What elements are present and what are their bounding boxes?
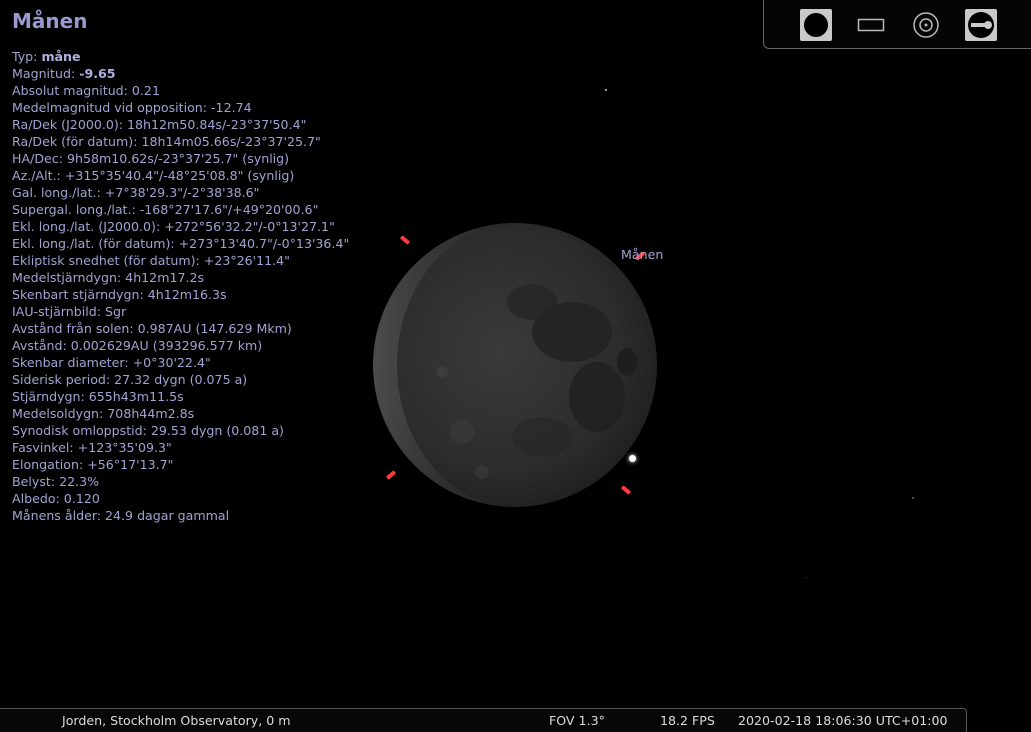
info-row: Stjärndygn: 655h43m11.5s xyxy=(12,388,349,405)
info-label: Avstånd från solen: 0.987AU (147.629 Mkm… xyxy=(12,321,292,336)
telrad-button[interactable] xyxy=(910,9,942,41)
info-value: -9.65 xyxy=(79,66,116,81)
filled-circle-icon xyxy=(804,13,828,37)
info-label: Albedo: 0.120 xyxy=(12,491,100,506)
info-label: Medelsoldygn: 708h44m2.8s xyxy=(12,406,195,421)
star xyxy=(912,497,914,499)
rectangle-icon xyxy=(857,18,885,32)
info-label: Ekl. long./lat. (J2000.0): +272°56'32.2"… xyxy=(12,219,335,234)
info-row: Gal. long./lat.: +7°38'29.3"/-2°38'38.6" xyxy=(12,184,349,201)
info-label: Ra/Dek (J2000.0): 18h12m50.84s/-23°37'50… xyxy=(12,117,307,132)
info-row: Magnitud: -9.65 xyxy=(12,65,349,82)
info-row: Albedo: 0.120 xyxy=(12,490,349,507)
info-label: Absolut magnitud: 0.21 xyxy=(12,83,160,98)
info-label: Skenbart stjärndygn: 4h12m16.3s xyxy=(12,287,227,302)
info-row: Typ: måne xyxy=(12,48,349,65)
info-label: Avstånd: 0.002629AU (393296.577 km) xyxy=(12,338,263,353)
info-row: Ekliptisk snedhet (för datum): +23°26'11… xyxy=(12,252,349,269)
info-row: Avstånd från solen: 0.987AU (147.629 Mkm… xyxy=(12,320,349,337)
info-label: Fasvinkel: +123°35'09.3" xyxy=(12,440,172,455)
moon-label: Månen xyxy=(621,247,664,262)
info-label: Gal. long./lat.: +7°38'29.3"/-2°38'38.6" xyxy=(12,185,260,200)
info-row: Medelmagnitud vid opposition: -12.74 xyxy=(12,99,349,116)
info-value: måne xyxy=(41,49,81,64)
info-label: Elongation: +56°17'13.7" xyxy=(12,457,174,472)
info-row: Ra/Dek (J2000.0): 18h12m50.84s/-23°37'50… xyxy=(12,116,349,133)
ocular-toolbar xyxy=(763,0,1031,49)
info-row: Ekl. long./lat. (J2000.0): +272°56'32.2"… xyxy=(12,218,349,235)
info-row: Supergal. long./lat.: -168°27'17.6"/+49°… xyxy=(12,201,349,218)
sensor-frame-button[interactable] xyxy=(855,9,887,41)
info-label: HA/Dec: 9h58m10.62s/-23°37'25.7" (synlig… xyxy=(12,151,290,166)
info-label: Stjärndygn: 655h43m11.5s xyxy=(12,389,184,404)
info-label: Medelstjärndygn: 4h12m17.2s xyxy=(12,270,205,285)
moon-disk[interactable] xyxy=(372,222,658,508)
object-info-panel: Typ: måne Magnitud: -9.65 Absolut magnitud… xyxy=(12,48,349,524)
info-label: Az./Alt.: +315°35'40.4"/-48°25'08.8" (sy… xyxy=(12,168,295,183)
star xyxy=(806,577,807,578)
info-row: Ra/Dek (för datum): 18h14m05.66s/-23°37'… xyxy=(12,133,349,150)
info-label: Ra/Dek (för datum): 18h14m05.66s/-23°37'… xyxy=(12,134,321,149)
info-row: Synodisk omloppstid: 29.53 dygn (0.081 a… xyxy=(12,422,349,439)
ocular-view-button[interactable] xyxy=(800,9,832,41)
info-row: Fasvinkel: +123°35'09.3" xyxy=(12,439,349,456)
info-row: Skenbar diameter: +0°30'22.4" xyxy=(12,354,349,371)
info-row: Elongation: +56°17'13.7" xyxy=(12,456,349,473)
info-label: Siderisk period: 27.32 dygn (0.075 a) xyxy=(12,372,248,387)
info-row: Belyst: 22.3% xyxy=(12,473,349,490)
ocular-settings-button[interactable] xyxy=(965,9,997,41)
moon-image xyxy=(373,223,657,507)
info-label: Belyst: 22.3% xyxy=(12,474,100,489)
info-row: Medelsoldygn: 708h44m2.8s xyxy=(12,405,349,422)
info-row: Siderisk period: 27.32 dygn (0.075 a) xyxy=(12,371,349,388)
info-row: Ekl. long./lat. (för datum): +273°13'40.… xyxy=(12,235,349,252)
status-bar: Jorden, Stockholm Observatory, 0 m FOV 1… xyxy=(0,708,967,732)
info-label: Ekl. long./lat. (för datum): +273°13'40.… xyxy=(12,236,350,251)
info-row: Az./Alt.: +315°35'40.4"/-48°25'08.8" (sy… xyxy=(12,167,349,184)
info-row: HA/Dec: 9h58m10.62s/-23°37'25.7" (synlig… xyxy=(12,150,349,167)
info-row: Avstånd: 0.002629AU (393296.577 km) xyxy=(12,337,349,354)
info-row: Medelstjärndygn: 4h12m17.2s xyxy=(12,269,349,286)
fps-text: 18.2 FPS xyxy=(660,713,715,728)
target-icon xyxy=(913,12,939,38)
info-label: Magnitud: xyxy=(12,66,80,81)
info-label: Typ: xyxy=(12,49,42,64)
object-title: Månen xyxy=(12,9,88,33)
fov-text: FOV 1.3° xyxy=(549,713,605,728)
ocular-settings-icon xyxy=(968,12,994,38)
info-label: Medelmagnitud vid opposition: -12.74 xyxy=(12,100,252,115)
star xyxy=(605,89,607,91)
info-row: Skenbart stjärndygn: 4h12m16.3s xyxy=(12,286,349,303)
location-text[interactable]: Jorden, Stockholm Observatory, 0 m xyxy=(62,713,291,728)
info-label: Ekliptisk snedhet (för datum): +23°26'11… xyxy=(12,253,290,268)
datetime-text[interactable]: 2020-02-18 18:06:30 UTC+01:00 xyxy=(738,713,948,728)
info-label: Månens ålder: 24.9 dagar gammal xyxy=(12,508,230,523)
info-label: IAU-stjärnbild: Sgr xyxy=(12,304,127,319)
info-row: Absolut magnitud: 0.21 xyxy=(12,82,349,99)
info-row: Månens ålder: 24.9 dagar gammal xyxy=(12,507,349,524)
info-row: IAU-stjärnbild: Sgr xyxy=(12,303,349,320)
info-label: Synodisk omloppstid: 29.53 dygn (0.081 a… xyxy=(12,423,284,438)
info-label: Supergal. long./lat.: -168°27'17.6"/+49°… xyxy=(12,202,319,217)
info-label: Skenbar diameter: +0°30'22.4" xyxy=(12,355,211,370)
